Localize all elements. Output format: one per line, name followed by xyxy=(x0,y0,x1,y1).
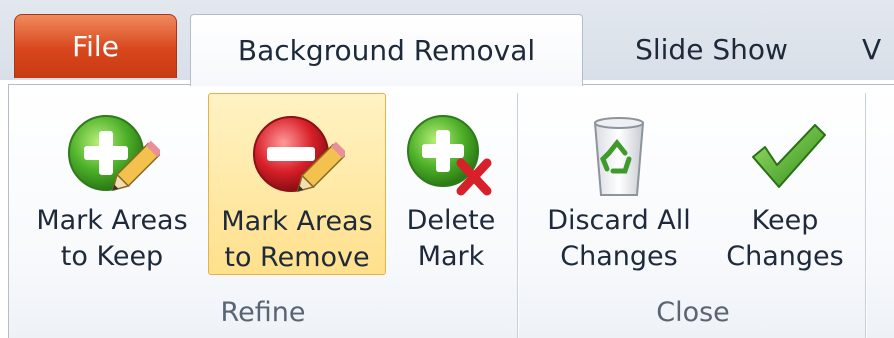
delete-mark-icon xyxy=(407,115,492,196)
group-label-close: Close xyxy=(656,297,730,328)
tab-background-removal[interactable]: Background Removal xyxy=(190,14,583,86)
mark-remove-label-line1: Mark Areas xyxy=(221,206,373,237)
checkmark-icon xyxy=(752,124,826,188)
group-label-refine: Refine xyxy=(220,297,306,328)
tab-partial[interactable]: V xyxy=(862,18,894,80)
tab-file[interactable]: File xyxy=(14,14,177,78)
delete-mark-label-line1: Delete xyxy=(406,205,496,236)
group-close: Discard All Changes Keep Changes Close xyxy=(521,85,865,338)
group-refine: Mark Areas to Keep Mark Areas to Remove … xyxy=(9,85,517,338)
recycle-bin-icon xyxy=(593,117,645,196)
keep-changes-label-line2: Changes xyxy=(726,241,844,272)
ribbon-tab-strip: File Background Removal Slide Show V xyxy=(0,0,894,86)
mark-remove-label-line2: to Remove xyxy=(224,242,370,273)
keep-changes-button[interactable]: Keep Changes xyxy=(717,93,853,275)
mark-keep-label-line1: Mark Areas xyxy=(36,205,188,236)
tab-slide-show[interactable]: Slide Show xyxy=(594,18,829,80)
discard-all-changes-button[interactable]: Discard All Changes xyxy=(529,93,709,275)
discard-label-line1: Discard All xyxy=(547,205,691,236)
delete-mark-label-line2: Mark xyxy=(417,241,485,272)
discard-label-line2: Changes xyxy=(560,241,678,272)
group-separator-2 xyxy=(865,93,867,338)
mark-keep-label-line2: to Keep xyxy=(60,241,164,272)
keep-changes-label-line1: Keep xyxy=(751,205,819,236)
mark-areas-to-keep-button[interactable]: Mark Areas to Keep xyxy=(27,93,197,275)
ribbon-panel: Mark Areas to Keep Mark Areas to Remove … xyxy=(8,84,894,338)
mark-remove-icon xyxy=(253,116,345,193)
mark-keep-icon xyxy=(68,115,160,192)
mark-areas-to-remove-button[interactable]: Mark Areas to Remove xyxy=(208,93,386,275)
group-separator xyxy=(517,93,519,338)
delete-mark-button[interactable]: Delete Mark xyxy=(395,93,507,275)
